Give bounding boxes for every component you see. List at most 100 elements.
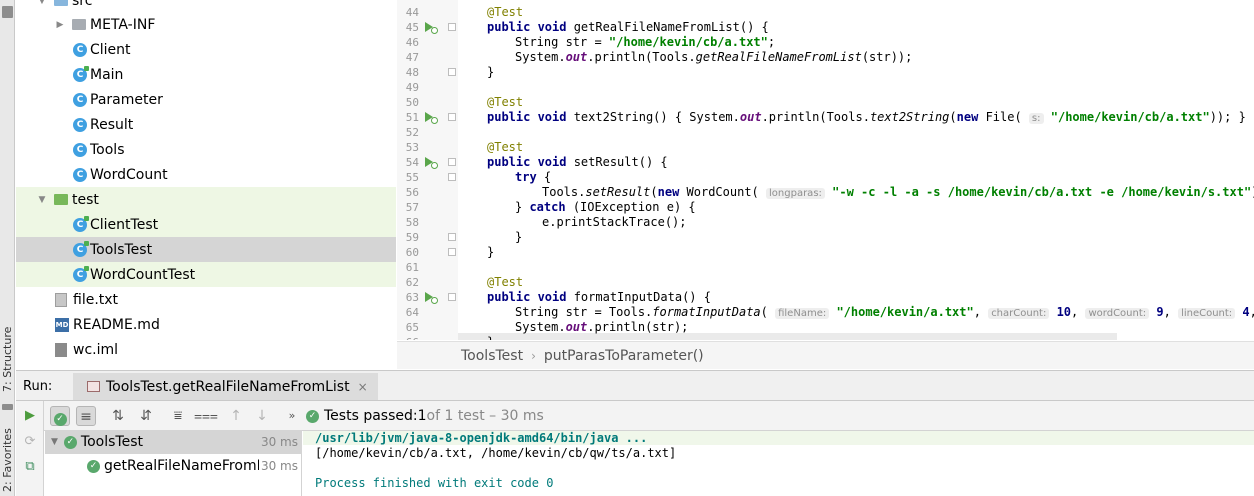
line-number: 44 [405,6,419,19]
run-test-gutter-icon[interactable] [425,22,438,34]
project-tree: ▼ src ▶ META-INF C Client C Main C Param… [16,0,396,369]
sort-by-duration-icon[interactable]: ⇵ [136,406,156,426]
code-line: @Test [487,140,524,154]
tree-item-label: README.md [73,316,160,333]
previous-failed-icon[interactable]: ↑ [226,406,246,426]
code-line: @Test [487,275,524,289]
tree-item-client[interactable]: C Client [16,37,396,62]
code-line: } [487,335,494,340]
test-case-row[interactable]: ✓ getRealFileNameFromLi 30 ms [45,454,302,478]
structure-icon [2,404,13,410]
tree-item-meta-inf[interactable]: ▶ META-INF [16,12,396,37]
tree-item-label: WordCount [90,166,168,183]
code-line: public void formatInputData() { [487,290,711,304]
project-icon[interactable] [2,6,13,18]
tree-item-wc-iml[interactable]: wc.iml [16,337,396,362]
breadcrumb-method[interactable]: putParasToParameter() [544,348,704,364]
source-folder-icon [54,0,68,6]
run-test-gutter-icon[interactable] [425,292,438,304]
line-number: 62 [405,276,419,289]
line-number: 48 [405,66,419,79]
tree-item-readme[interactable]: MD README.md [16,312,396,337]
tree-item-label: wc.iml [73,341,119,358]
parameter-hint: s: [1028,113,1044,124]
fold-marker-icon[interactable] [448,233,456,241]
folder-icon [72,19,86,30]
sort-alphabetically-icon[interactable]: ⇅ [108,406,128,426]
fold-marker-icon[interactable] [448,23,456,31]
test-suite-row[interactable]: ▼ ✓ ToolsTest 30 ms [45,430,302,454]
fold-marker-icon[interactable] [448,293,456,301]
line-number: 45 [405,21,419,34]
line-number: 46 [405,36,419,49]
line-number: 49 [405,81,419,94]
test-run-icon [87,381,100,392]
close-icon[interactable]: × [358,380,368,394]
code-line: public void setResult() { [487,155,668,169]
rerun-failed-icon[interactable]: ⟳ [22,434,38,450]
code-line: } [515,230,523,244]
tree-item-label: src [72,0,93,9]
fold-marker-icon[interactable] [448,248,456,256]
test-duration: 30 ms [260,435,298,449]
code-line: @Test [487,95,524,109]
tree-item-parameter[interactable]: C Parameter [16,87,396,112]
pass-check-icon: ✓ [63,435,77,449]
fold-marker-icon[interactable] [448,173,456,181]
markdown-file-icon: MD [55,317,69,332]
more-actions-icon[interactable]: » [282,406,302,426]
line-number: 63 [405,291,419,304]
tree-item-toolstest[interactable]: C ToolsTest [16,237,396,262]
fold-marker-icon[interactable] [448,158,456,166]
parameter-hint: longparas: [766,188,825,199]
structure-tab[interactable]: 7: Structure [0,318,15,400]
module-file-icon [55,342,67,357]
line-number: 64 [405,306,419,319]
line-number: 61 [405,261,419,274]
tree-item-file-txt[interactable]: file.txt [16,287,396,312]
tree-item-tools[interactable]: C Tools [16,137,396,162]
line-number: 51 [405,111,419,124]
class-icon: C [73,167,87,182]
tree-item-clienttest[interactable]: C ClientTest [16,212,396,237]
next-failed-icon[interactable]: ↓ [252,406,272,426]
console-output[interactable]: /usr/lib/jvm/java-8-openjdk-amd64/bin/ja… [303,431,1254,496]
tree-item-main[interactable]: C Main [16,62,396,87]
rerun-icon[interactable]: ▶ [22,408,38,424]
expand-all-icon[interactable]: ⩸ [168,406,188,426]
console-command-line[interactable]: /usr/lib/jvm/java-8-openjdk-amd64/bin/ja… [315,431,647,445]
line-number: 59 [405,231,419,244]
fold-marker-icon[interactable] [448,113,456,121]
tree-item-label: Parameter [90,91,163,108]
collapse-all-icon[interactable]: ⩶ [194,406,218,426]
run-configuration-tab[interactable]: ToolsTest.getRealFileNameFromList × [73,373,378,400]
line-number: 47 [405,51,419,64]
code-editor[interactable]: 44 45 46 47 48 49 50 51 52 53 54 55 56 5… [397,0,1254,340]
class-icon: C [73,42,87,57]
test-class-icon: C [73,240,89,257]
run-test-gutter-icon[interactable] [425,112,438,124]
parameter-hint: wordCount: [1085,308,1150,319]
tree-item-label: Tools [90,141,125,158]
collapse-arrow-icon[interactable]: ▶ [54,20,66,30]
line-number: 66 [397,335,419,340]
expand-arrow-icon[interactable]: ▼ [36,0,48,6]
favorites-tab[interactable]: 2: Favorites [0,425,15,496]
expand-arrow-icon[interactable]: ▼ [36,195,48,205]
code-line: String str = Tools.formatInputData( file… [515,305,1254,319]
tree-item-wordcount[interactable]: C WordCount [16,162,396,187]
class-icon: C [73,92,87,107]
class-icon: C [73,142,87,157]
expand-arrow-icon[interactable]: ▼ [51,437,58,447]
run-test-gutter-icon[interactable] [425,157,438,169]
tests-status: ✓ Tests passed: 1 of 1 test – 30 ms [306,408,544,424]
tree-item-label: Client [90,41,131,58]
show-ignored-icon[interactable]: ≡ [76,406,96,426]
fold-marker-icon[interactable] [448,68,456,76]
toggle-auto-test-icon[interactable]: ⧉ [22,459,38,475]
tree-item-result[interactable]: C Result [16,112,396,137]
breadcrumb-class[interactable]: ToolsTest [461,348,523,364]
tree-item-test-folder[interactable]: ▼ test [16,187,396,212]
show-passed-icon[interactable]: ✓ [50,406,70,426]
tree-item-wordcounttest[interactable]: C WordCountTest [16,262,396,287]
